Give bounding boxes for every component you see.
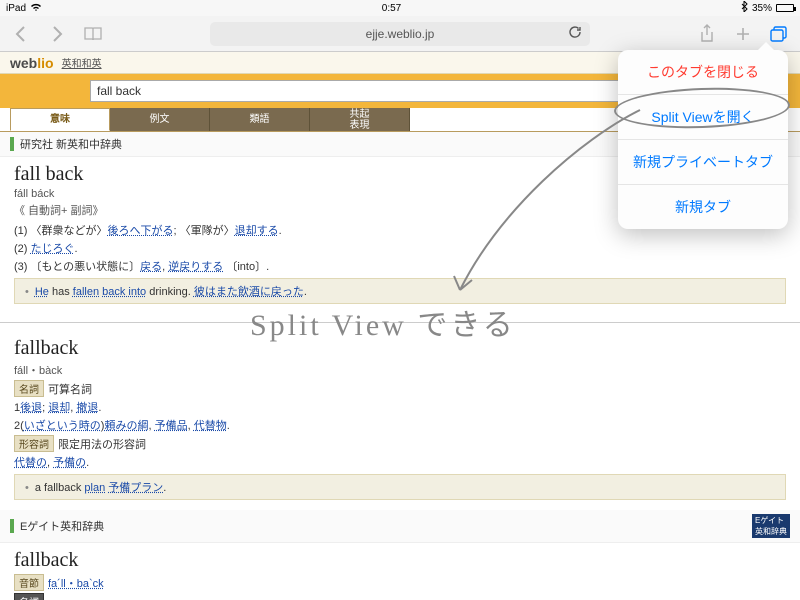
sense-a1: 代替の, 予備の. [14,454,786,470]
site-subtitle[interactable]: 英和和英 [62,55,102,70]
menu-open-split-view[interactable]: Split Viewを開く [618,94,788,139]
battery-icon [776,4,794,12]
pronunciation: fáll・bàck [14,362,786,378]
wifi-icon [30,2,42,15]
tab-examples[interactable]: 例文 [110,108,210,131]
entry-fallback-2: fallback 音節fa´ll・ba`ck 名詞 [0,543,800,600]
pos-adj: 形容詞限定用法の形容詞 [14,435,786,452]
sense-2: (2) たじろぐ. [14,240,786,256]
weblio-logo[interactable]: weblio [10,55,54,71]
bookmarks-icon[interactable] [82,23,104,45]
ios-status-bar: iPad 0:57 35% [0,0,800,16]
battery-pct: 35% [752,3,772,14]
divider [0,322,800,323]
tab-coord[interactable]: 共起 表現 [310,108,410,131]
source-accent [10,519,14,533]
tabs-popover: このタブを閉じる Split Viewを開く 新規プライベートタブ 新規タブ [618,50,788,229]
tab-meaning[interactable]: 意味 [10,108,110,131]
pos-noun-2: 名詞 [14,593,786,600]
clock: 0:57 [382,3,401,14]
source-accent [10,137,14,151]
safari-toolbar: ejje.weblio.jp [0,16,800,52]
pos-noun: 名詞可算名詞 [14,380,786,397]
url-text: ejje.weblio.jp [366,27,435,41]
entry-fallback-1: fallback fáll・bàck 名詞可算名詞 1後退; 退却, 撤退. 2… [0,331,800,510]
tab-related[interactable]: 類語 [210,108,310,131]
address-bar[interactable]: ejje.weblio.jp [210,22,590,46]
example-2: a fallback plan 予備プラン. [14,474,786,500]
source-title: 研究社 新英和中辞典 [20,136,122,152]
syllable: 音節fa´ll・ba`ck [14,574,786,591]
example-1: He has fallen back into drinking. 彼はまた飲酒… [14,278,786,304]
bluetooth-icon [741,1,748,15]
sense-n2: 2(いざという時の)頼みの綱, 予備品, 代替物. [14,417,786,433]
sense-n1: 1後退; 退却, 撤退. [14,399,786,415]
sense-3: (3) 〔もとの悪い状態に〕戻る, 逆戻りする 〔into〕. [14,258,786,274]
headword: fallback [14,549,786,572]
search-input[interactable]: fall back [90,80,710,102]
menu-new-tab[interactable]: 新規タブ [618,184,788,229]
back-icon[interactable] [10,23,32,45]
forward-icon[interactable] [46,23,68,45]
menu-close-tab[interactable]: このタブを閉じる [618,50,788,94]
menu-new-private-tab[interactable]: 新規プライベートタブ [618,139,788,184]
new-tab-icon[interactable] [732,23,754,45]
source-badge: Eゲイト 英和辞典 [752,514,790,538]
device-label: iPad [6,3,26,14]
source-header-2: Eゲイト英和辞典 Eゲイト 英和辞典 [0,510,800,543]
reload-icon[interactable] [568,25,582,42]
share-icon[interactable] [696,23,718,45]
source-title: Eゲイト英和辞典 [20,518,104,534]
headword: fallback [14,337,786,360]
